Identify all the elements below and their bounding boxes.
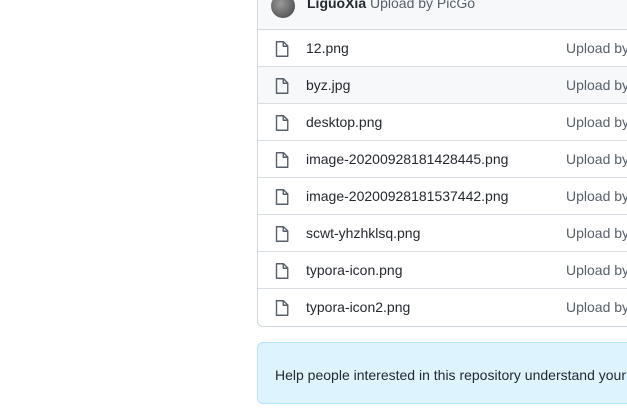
- file-name-link[interactable]: typora-icon2.png: [306, 299, 410, 315]
- file-commit-message-link[interactable]: Upload by PicGo: [566, 151, 627, 167]
- file-name-link[interactable]: desktop.png: [306, 114, 382, 130]
- file-name-link[interactable]: image-20200928181428445.png: [306, 151, 508, 167]
- file-list-box: LiguoXia Upload by PicGo 12.png Upload b…: [257, 0, 627, 327]
- file-row[interactable]: scwt-yhzhklsq.png Upload by PicGo: [258, 214, 627, 251]
- file-commit-message-link[interactable]: Upload by PicGo: [566, 299, 627, 315]
- file-name-link[interactable]: 12.png: [306, 40, 349, 56]
- file-row[interactable]: image-20200928181428445.png Upload by Pi…: [258, 140, 627, 177]
- file-commit-message-link[interactable]: Upload by PicGo: [566, 225, 627, 241]
- file-row[interactable]: image-20200928181537442.png Upload by Pi…: [258, 177, 627, 214]
- file-name-link[interactable]: typora-icon.png: [306, 262, 403, 278]
- file-icon: [275, 78, 289, 94]
- file-name-link[interactable]: scwt-yhzhklsq.png: [306, 225, 420, 241]
- readme-prompt-text: Help people interested in this repositor…: [275, 367, 627, 383]
- file-commit-message-link[interactable]: Upload by PicGo: [566, 40, 627, 56]
- file-commit-message-link[interactable]: Upload by PicGo: [566, 77, 627, 93]
- file-commit-message-link[interactable]: Upload by PicGo: [566, 188, 627, 204]
- file-name-link[interactable]: image-20200928181537442.png: [306, 188, 508, 204]
- latest-commit-header: LiguoXia Upload by PicGo: [258, 0, 627, 30]
- file-row[interactable]: typora-icon2.png Upload by PicGo: [258, 288, 627, 325]
- file-name-link[interactable]: byz.jpg: [306, 77, 350, 93]
- avatar[interactable]: [271, 0, 295, 18]
- file-row[interactable]: 12.png Upload by PicGo: [258, 30, 627, 66]
- file-icon: [275, 300, 289, 316]
- file-icon: [275, 115, 289, 131]
- file-icon: [275, 263, 289, 279]
- file-row[interactable]: typora-icon.png Upload by PicGo: [258, 251, 627, 288]
- file-icon: [275, 189, 289, 205]
- readme-prompt-banner: Help people interested in this repositor…: [257, 342, 627, 404]
- file-icon: [275, 41, 289, 57]
- file-row[interactable]: byz.jpg Upload by PicGo: [258, 66, 627, 103]
- commit-author-link[interactable]: LiguoXia: [307, 0, 366, 11]
- commit-message-link[interactable]: Upload by PicGo: [370, 0, 475, 11]
- file-commit-message-link[interactable]: Upload by PicGo: [566, 114, 627, 130]
- file-row[interactable]: desktop.png Upload by PicGo: [258, 103, 627, 140]
- file-commit-message-link[interactable]: Upload by PicGo: [566, 262, 627, 278]
- page: LiguoXia Upload by PicGo 12.png Upload b…: [0, 0, 627, 413]
- file-icon: [275, 226, 289, 242]
- file-icon: [275, 152, 289, 168]
